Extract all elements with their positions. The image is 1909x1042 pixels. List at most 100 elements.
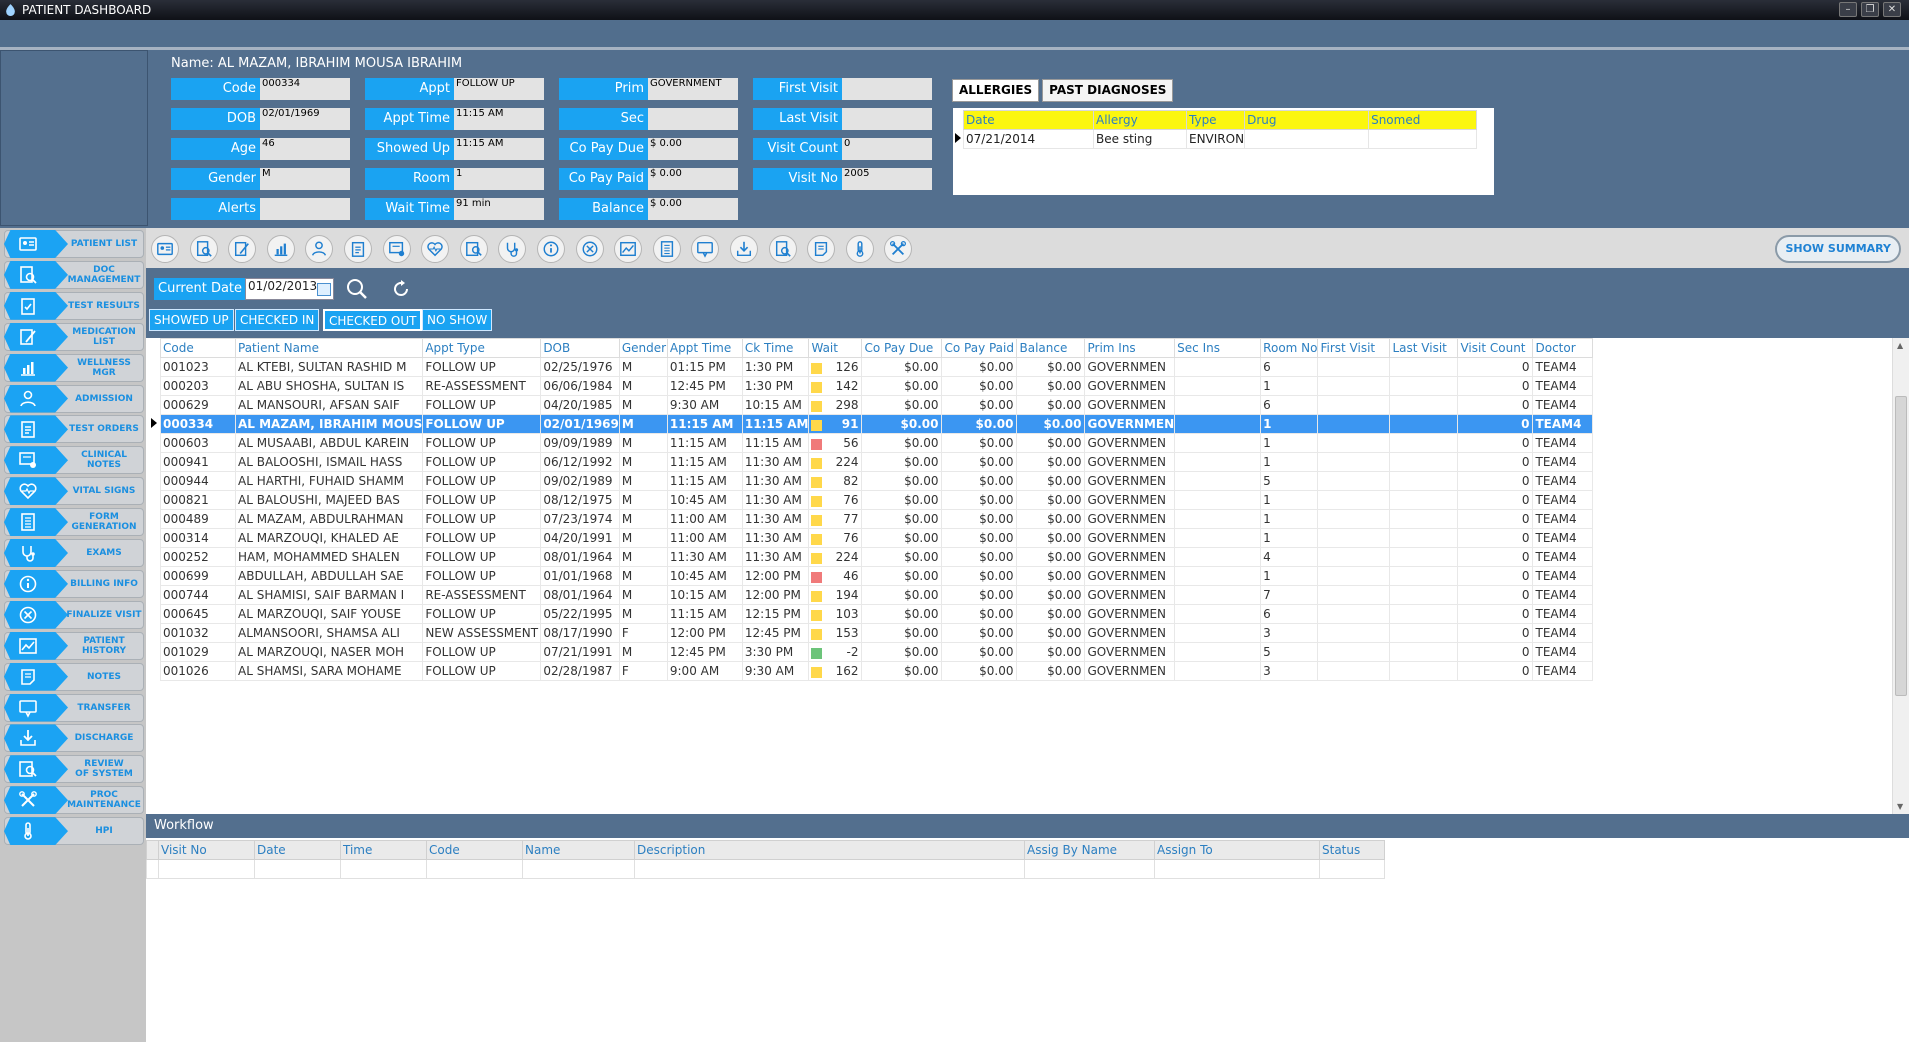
col-header-first-visit[interactable]: First Visit [1317,338,1391,358]
showed-up-button[interactable]: SHOWED UP [149,309,234,331]
sidebar-item-finalize-visit[interactable]: FINALIZE VISIT [4,600,144,629]
col-header-co-pay-due[interactable]: Co Pay Due [861,338,943,358]
table-row[interactable]: 000314 AL MARZOUQI, KHALED AE FOLLOW UP 04/… [160,528,1594,548]
note-icon[interactable] [807,235,836,263]
thermometer-icon[interactable] [845,235,874,263]
sidebar-item-billing-info[interactable]: BILLING INFO [4,569,144,598]
sidebar-item-transfer[interactable]: TRANSFER [4,693,144,722]
scroll-down-icon[interactable]: ▼ [1897,802,1903,811]
table-row[interactable]: 001026 AL SHAMSI, SARA MOHAME FOLLOW UP 02/… [160,661,1594,681]
table-row[interactable]: 000203 AL ABU SHOSHA, SULTAN IS RE-ASSESSM… [160,376,1594,396]
col-header-appt-type[interactable]: Appt Type [422,338,542,358]
col-header-dob[interactable]: DOB [540,338,620,358]
table-row[interactable]: 000699 ABDULLAH, ABDULLAH SAE FOLLOW UP 01/… [160,566,1594,586]
close-button[interactable]: ✕ [1883,2,1901,17]
workflow-col-code[interactable]: Code [426,840,523,860]
cancel-circle-icon[interactable] [575,235,604,263]
id-card-icon[interactable] [151,235,179,263]
workflow-col-assign-to[interactable]: Assign To [1154,840,1320,860]
current-date-field[interactable]: 01/02/2013 [245,278,334,300]
table-row[interactable]: 000334 AL MAZAM, IBRAHIM MOUS FOLLOW UP 02/… [160,414,1594,434]
sidebar-item-hpi[interactable]: HPI [4,817,144,846]
allergy-row[interactable]: 07/21/2014 Bee sting ENVIRON [963,129,1478,149]
sidebar-item-exams[interactable]: EXAMS [4,539,144,567]
sidebar-item-notes[interactable]: NOTES [4,662,144,691]
workflow-col-date[interactable]: Date [254,840,341,860]
sidebar-item-review-of-system[interactable]: REVIEW OF SYSTEM [4,755,144,784]
calendar-icon[interactable] [317,283,331,296]
allergy-col-drug[interactable]: Drug [1244,110,1370,130]
sidebar-item-vital-signs[interactable]: VITAL SIGNS [4,477,144,506]
sidebar-item-test-results[interactable]: TEST RESULTS [4,291,144,320]
form-icon[interactable] [652,235,681,263]
tab-allergies[interactable]: ALLERGIES [952,79,1040,102]
checked-out-button[interactable]: CHECKED OUT [323,309,423,331]
person-icon[interactable] [305,235,334,263]
col-header-wait[interactable]: Wait [808,338,863,358]
table-row[interactable]: 000821 AL BALOUSHI, MAJEED BAS FOLLOW UP 08… [160,490,1594,510]
col-header-doctor[interactable]: Doctor [1532,338,1594,358]
review-icon[interactable] [459,235,488,263]
sidebar-item-doc-management[interactable]: DOC MANAGEMENT [4,260,144,289]
allergy-col-type[interactable]: Type [1185,110,1246,130]
sidebar-item-patient-list[interactable]: PATIENT LIST [4,230,144,258]
clipboard-icon[interactable] [344,235,372,263]
checked-in-button[interactable]: CHECKED IN [235,309,320,331]
allergy-col-allergy[interactable]: Allergy [1093,110,1187,130]
search-icon[interactable] [346,278,368,300]
sidebar-item-admission[interactable]: ADMISSION [4,384,144,413]
col-header-patient-name[interactable]: Patient Name [234,338,424,358]
table-row[interactable]: 000629 AL MANSOURI, AFSAN SAIF FOLLOW UP 04… [160,395,1594,415]
sidebar-item-form-generation[interactable]: FORM GENERATION [4,508,144,537]
info-icon[interactable] [537,235,565,263]
col-header-sec-ins[interactable]: Sec Ins [1174,338,1262,358]
workflow-col-assig-by-name[interactable]: Assig By Name [1024,840,1155,860]
workflow-col-visit-no[interactable]: Visit No [158,840,255,860]
vertical-scrollbar[interactable]: ▲ ▼ [1892,338,1909,814]
table-row[interactable]: 000645 AL MARZOUQI, SAIF YOUSE FOLLOW UP 05… [160,604,1594,624]
table-row[interactable]: 000744 AL SHAMISI, SAIF BARMAN I RE-ASSESS… [160,585,1594,605]
heart-pulse-icon[interactable] [421,235,450,263]
col-header-appt-time[interactable]: Appt Time [666,338,743,358]
table-row[interactable]: 000252 HAM, MOHAMMED SHALEN FOLLOW UP 08/01… [160,547,1594,567]
tools-icon[interactable] [884,235,913,263]
sidebar-item-clinical-notes[interactable]: CLINICAL NOTES [4,446,144,475]
col-header-last-visit[interactable]: Last Visit [1389,338,1459,358]
minimize-button[interactable]: – [1839,2,1857,17]
scroll-up-icon[interactable]: ▲ [1897,341,1903,350]
table-row[interactable]: 000603 AL MUSAABI, ABDUL KAREIN FOLLOW UP 0… [160,433,1594,453]
tab-past-diagnoses[interactable]: PAST DIAGNOSES [1042,79,1174,102]
sidebar-item-proc-maintenance[interactable]: PROC MAINTENANCE [4,786,144,815]
table-row[interactable]: 000489 AL MAZAM, ABDULRAHMAN FOLLOW UP 07/2… [160,509,1594,529]
restore-button[interactable]: ❐ [1861,2,1879,17]
no-show-button[interactable]: NO SHOW [422,309,493,331]
col-header-ck-time[interactable]: Ck Time [741,338,810,358]
sidebar-item-wellness-mgr[interactable]: WELLNESS MGR [4,353,144,382]
edit-list-icon[interactable] [228,235,257,263]
table-row[interactable]: 000944 AL HARTHI, FUHAID SHAMM FOLLOW UP 09… [160,471,1594,491]
document-search-icon[interactable] [189,235,218,263]
show-summary-button[interactable]: SHOW SUMMARY [1775,235,1901,263]
workflow-col-status[interactable]: Status [1319,840,1385,860]
col-header-code[interactable]: Code [160,338,236,358]
col-header-prim-ins[interactable]: Prim Ins [1084,338,1176,358]
download-tray-icon[interactable] [730,235,758,263]
workflow-col-name[interactable]: Name [522,840,635,860]
document-search-icon[interactable] [768,235,797,263]
table-row[interactable]: 001032 ALMANSOORI, SHAMSA ALI NEW ASSESSME… [160,623,1594,643]
sidebar-item-medication-list[interactable]: MEDICATION LIST [4,322,144,351]
workflow-col-description[interactable]: Description [634,840,1025,860]
col-header-visit-count[interactable]: Visit Count [1457,338,1534,358]
chart-icon[interactable] [266,235,295,263]
table-row[interactable]: 000941 AL BALOOSHI, ISMAIL HASS FOLLOW UP 0… [160,452,1594,472]
table-row[interactable]: 001029 AL MARZOUQI, NASER MOH FOLLOW UP 07/… [160,642,1594,662]
col-header-balance[interactable]: Balance [1016,338,1086,358]
sidebar-item-test-orders[interactable]: TEST ORDERS [4,415,144,444]
allergy-col-snomed[interactable]: Snomed [1368,110,1478,130]
table-row[interactable]: 001023 AL KTEBI, SULTAN RASHID M FOLLOW UP… [160,357,1594,377]
notes-icon[interactable] [382,235,411,263]
stethoscope-icon[interactable] [498,235,527,263]
sidebar-item-discharge[interactable]: DISCHARGE [4,724,144,753]
trend-chart-icon[interactable] [614,235,643,263]
col-header-gender[interactable]: Gender [618,338,668,358]
